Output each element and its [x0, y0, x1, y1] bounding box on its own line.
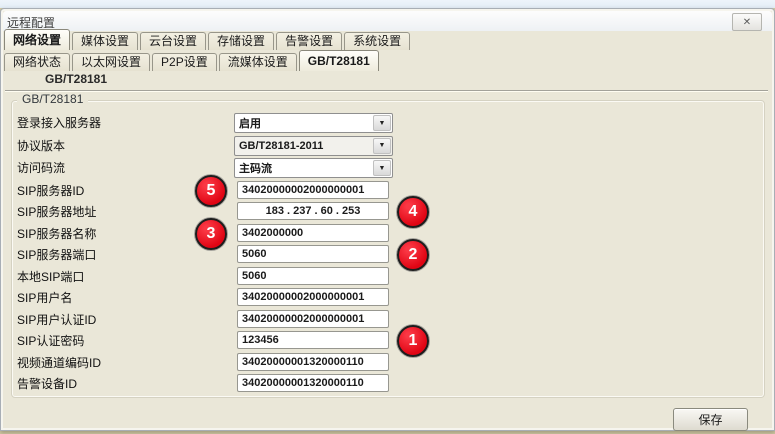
groupbox-legend: GB/T28181 — [17, 92, 88, 106]
field-label: SIP服务器名称 — [17, 224, 96, 244]
desktop-background: 远程配置 ✕ 网络设置 媒体设置 云台设置 存储设置 告警设置 系统设置 网络状… — [0, 0, 775, 434]
sip-server-id-input[interactable] — [237, 181, 389, 199]
form-row: SIP用户名 — [1, 288, 774, 308]
field-label: 访问码流 — [17, 158, 65, 178]
sip-server-port-input[interactable] — [237, 245, 389, 263]
form-row: 本地SIP端口 — [1, 267, 774, 287]
field-label: SIP用户认证ID — [17, 310, 96, 330]
chevron-down-icon: ▼ — [373, 115, 391, 131]
form-row: 协议版本 GB/T28181-2011 ▼ — [1, 136, 774, 156]
tab-gbt28181[interactable]: GB/T28181 — [299, 50, 379, 71]
chevron-down-icon: ▼ — [373, 160, 391, 176]
tab-p2p-settings[interactable]: P2P设置 — [152, 53, 217, 71]
combo-value: 主码流 — [235, 160, 373, 176]
remote-config-dialog: 远程配置 ✕ 网络设置 媒体设置 云台设置 存储设置 告警设置 系统设置 网络状… — [0, 8, 775, 431]
form-row: SIP服务器ID 5 — [1, 181, 774, 201]
sip-username-input[interactable] — [237, 288, 389, 306]
field-label: 视频通道编码ID — [17, 353, 101, 373]
tab-ethernet-settings[interactable]: 以太网设置 — [72, 53, 150, 71]
sub-tab-gbt28181[interactable]: GB/T28181 — [39, 72, 113, 86]
field-label: 协议版本 — [17, 136, 65, 156]
tab-system-settings[interactable]: 系统设置 — [344, 32, 410, 50]
tab-network-status[interactable]: 网络状态 — [4, 53, 70, 71]
field-label: SIP用户名 — [17, 288, 72, 308]
field-label: SIP认证密码 — [17, 331, 84, 351]
field-label: SIP服务器端口 — [17, 245, 96, 265]
title-bar: 远程配置 ✕ — [3, 11, 772, 31]
form-row: SIP服务器名称 3 — [1, 224, 774, 244]
primary-tab-strip: 网络设置 媒体设置 云台设置 存储设置 告警设置 系统设置 — [4, 29, 771, 50]
combo-value: GB/T28181-2011 — [235, 140, 373, 152]
close-icon: ✕ — [743, 17, 751, 28]
field-label: SIP服务器ID — [17, 181, 84, 201]
access-stream-select[interactable]: 主码流 ▼ — [234, 158, 393, 178]
form-row: SIP用户认证ID — [1, 310, 774, 330]
sip-auth-id-input[interactable] — [237, 310, 389, 328]
sip-server-name-input[interactable] — [237, 224, 389, 242]
local-sip-port-input[interactable] — [237, 267, 389, 285]
form-row: 告警设备ID — [1, 374, 774, 394]
sub-tab-strip: GB/T28181 — [5, 71, 768, 91]
sip-auth-password-input[interactable] — [237, 331, 389, 349]
form-row: 视频通道编码ID — [1, 353, 774, 373]
alarm-device-id-input[interactable] — [237, 374, 389, 392]
field-label: 登录接入服务器 — [17, 113, 101, 133]
tab-media-settings[interactable]: 媒体设置 — [72, 32, 138, 50]
secondary-tab-strip: 网络状态 以太网设置 P2P设置 流媒体设置 GB/T28181 — [4, 50, 771, 71]
protocol-version-select[interactable]: GB/T28181-2011 ▼ — [234, 136, 393, 156]
field-label: 告警设备ID — [17, 374, 77, 394]
tab-storage-settings[interactable]: 存储设置 — [208, 32, 274, 50]
save-button[interactable]: 保存 — [673, 408, 748, 431]
combo-value: 启用 — [235, 115, 373, 131]
form-row: SIP认证密码 1 — [1, 331, 774, 351]
form-row: SIP服务器端口 2 — [1, 245, 774, 265]
login-access-server-select[interactable]: 启用 ▼ — [234, 113, 393, 133]
form-row: 登录接入服务器 启用 ▼ — [1, 113, 774, 133]
sip-server-address-input[interactable] — [237, 202, 389, 220]
tab-stream-media-settings[interactable]: 流媒体设置 — [219, 53, 297, 71]
tab-ptz-settings[interactable]: 云台设置 — [140, 32, 206, 50]
chevron-down-icon: ▼ — [373, 138, 391, 154]
tab-alarm-settings[interactable]: 告警设置 — [276, 32, 342, 50]
video-channel-id-input[interactable] — [237, 353, 389, 371]
tab-network-settings[interactable]: 网络设置 — [4, 29, 70, 50]
field-label: 本地SIP端口 — [17, 267, 84, 287]
form-row: SIP服务器地址 4 — [1, 202, 774, 222]
field-label: SIP服务器地址 — [17, 202, 96, 222]
form-row: 访问码流 主码流 ▼ — [1, 158, 774, 178]
